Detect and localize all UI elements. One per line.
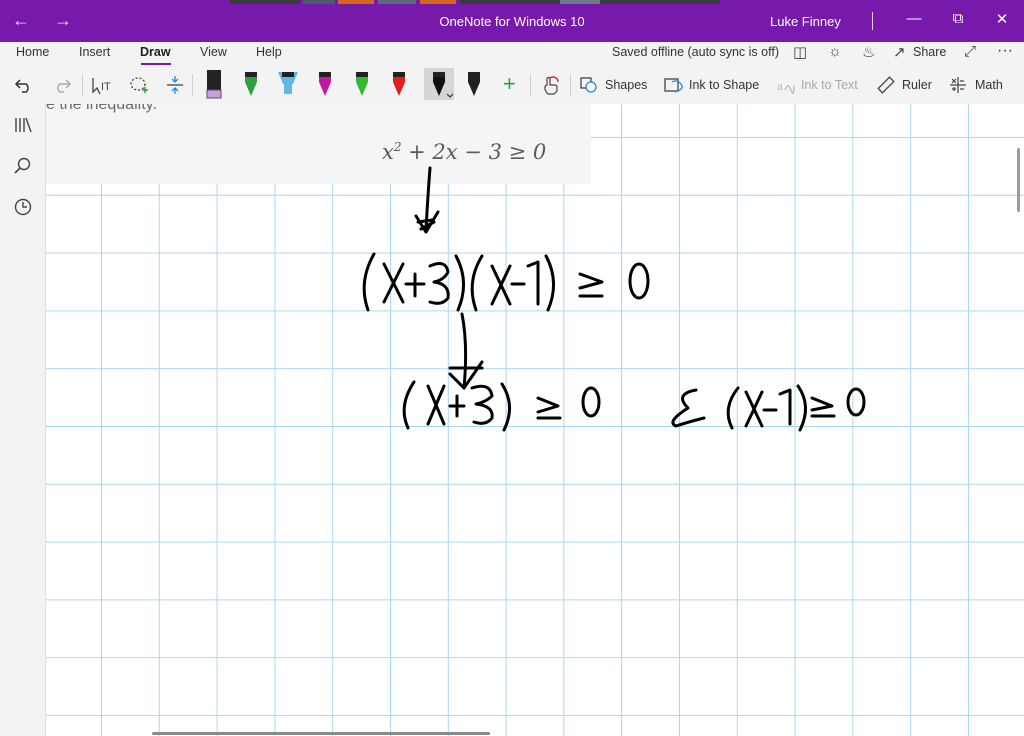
pen-red-icon[interactable] [388, 68, 410, 100]
ruler-button[interactable]: Ruler [902, 78, 932, 92]
highlighter-light-blue-icon[interactable] [277, 68, 299, 100]
lasso-select-icon[interactable] [128, 74, 150, 96]
add-pen-icon[interactable]: + [503, 71, 516, 97]
taskbar-strip [560, 0, 600, 4]
notebooks-icon[interactable] [13, 116, 33, 134]
undo-icon[interactable] [14, 76, 34, 94]
ribbon-tabs: Home Insert Draw View Help Saved offline… [0, 42, 1024, 66]
toolbar-divider [570, 74, 571, 96]
touch-draw-icon[interactable] [540, 74, 562, 96]
tab-home[interactable]: Home [16, 45, 49, 59]
ink-to-text-button: Ink to Text [801, 78, 858, 92]
taskbar-strip [378, 0, 416, 4]
active-tab-indicator [141, 63, 171, 65]
pen-black-dotted-icon[interactable] [463, 68, 485, 100]
ink-to-text-icon: a [777, 78, 795, 94]
pen-black-purple-icon[interactable] [203, 68, 225, 100]
pen-black-selected-icon[interactable] [424, 68, 454, 100]
taskbar-strip [230, 0, 300, 4]
notebook-icon[interactable]: ◫ [793, 43, 807, 61]
bell-icon[interactable]: ♨ [862, 43, 875, 61]
restore-icon[interactable]: ⧉ [948, 10, 968, 27]
tab-insert[interactable]: Insert [79, 45, 110, 59]
draw-toolbar: I T + Shapes Ink to Shape a Ink to Text … [0, 66, 1024, 105]
toolbar-divider [82, 74, 83, 96]
more-options-icon[interactable]: ··· [997, 42, 1013, 60]
ink-to-shape-icon[interactable] [663, 76, 683, 94]
pen-lime-icon[interactable] [351, 68, 373, 100]
pen-magenta-icon[interactable] [314, 68, 336, 100]
share-button[interactable]: Share [913, 45, 946, 59]
lightbulb-icon[interactable]: ☼ [828, 43, 842, 60]
ink-line-split [402, 380, 866, 432]
search-icon[interactable] [13, 156, 33, 176]
note-canvas[interactable]: e the inequality. x2 + 2x − 3 ≥ 0 [46, 104, 1024, 736]
toolbar-divider [192, 74, 193, 96]
title-bar: ← → OneNote for Windows 10 Luke Finney —… [0, 0, 1024, 42]
math-icon[interactable] [948, 75, 968, 95]
taskbar-strip [338, 0, 374, 4]
ink-line-factored [362, 252, 650, 312]
ruler-icon[interactable] [876, 75, 896, 95]
recent-clock-icon[interactable] [13, 197, 33, 217]
type-select-icon[interactable]: I T [90, 74, 112, 96]
svg-text:T: T [104, 81, 111, 93]
shapes-button[interactable]: Shapes [605, 78, 647, 92]
shapes-icon[interactable] [579, 76, 599, 94]
tab-draw[interactable]: Draw [140, 45, 171, 59]
tab-help[interactable]: Help [256, 45, 282, 59]
ink-arrow-down-2 [460, 312, 468, 390]
tab-view[interactable]: View [200, 45, 227, 59]
title-divider [872, 12, 873, 30]
vertical-scrollbar[interactable] [1017, 148, 1020, 212]
sync-status: Saved offline (auto sync is off) [612, 45, 779, 59]
nav-sidebar [0, 104, 46, 736]
math-button[interactable]: Math [975, 78, 1003, 92]
taskbar-strip [303, 0, 335, 4]
svg-text:a: a [777, 78, 783, 93]
ink-to-shape-button[interactable]: Ink to Shape [689, 78, 759, 92]
toolbar-divider [530, 74, 531, 96]
expand-icon[interactable]: ⤢ [964, 43, 976, 60]
window-title: OneNote for Windows 10 [439, 14, 585, 29]
minimize-icon[interactable]: — [904, 10, 924, 27]
user-name[interactable]: Luke Finney [770, 14, 841, 29]
taskbar-strip [420, 0, 456, 4]
pen-green-icon[interactable] [240, 68, 262, 100]
handwritten-ink [362, 166, 866, 432]
horizontal-scrollbar[interactable] [152, 732, 490, 735]
share-icon[interactable]: ↗ [893, 43, 906, 61]
add-space-icon[interactable] [164, 74, 186, 96]
close-icon[interactable]: ✕ [992, 10, 1012, 28]
redo-icon[interactable] [52, 76, 72, 94]
